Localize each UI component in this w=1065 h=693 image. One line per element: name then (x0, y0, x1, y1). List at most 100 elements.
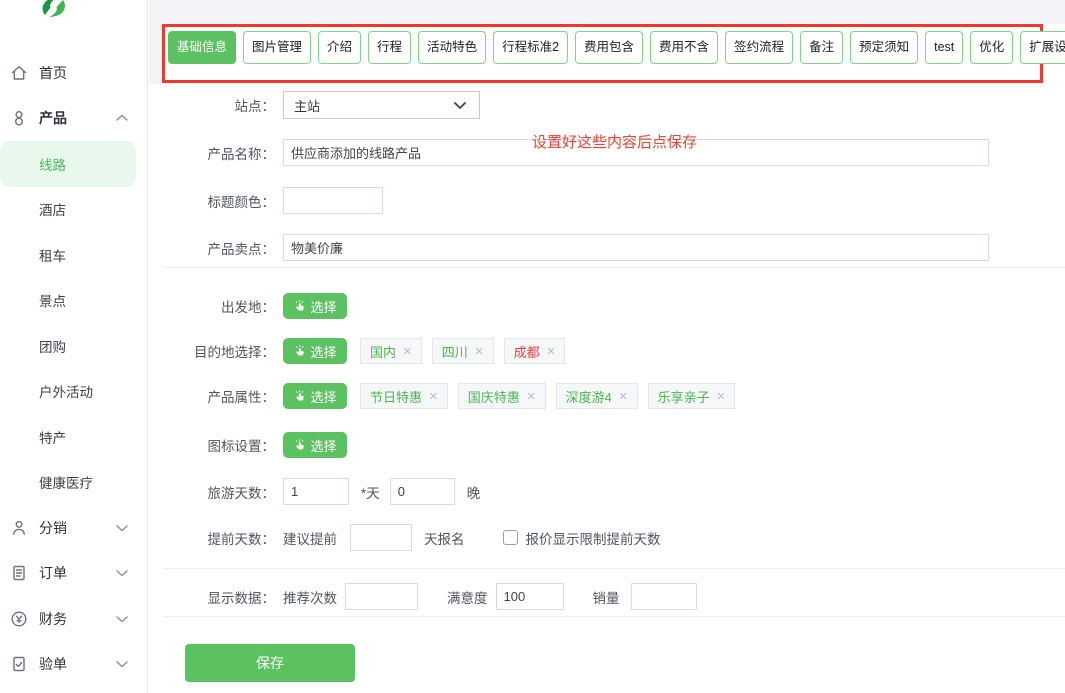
price-limit-checkbox[interactable] (503, 530, 518, 545)
sidebar-item-orders[interactable]: 订单 (0, 551, 147, 597)
display-data-label: 显示数据： (149, 587, 275, 607)
click-hand-icon (293, 345, 306, 358)
close-icon[interactable]: × (475, 344, 484, 359)
tab-introduction[interactable]: 介绍 (318, 31, 361, 64)
click-hand-icon (293, 390, 306, 403)
close-icon[interactable]: × (429, 389, 438, 404)
tab-bar: 基础信息 图片管理 介绍 行程 活动特色 行程标准2 费用包含 费用不含 签约流… (168, 31, 1065, 64)
attribute-tags: 节日特惠 × 国庆特惠 × 深度游4 × 乐享亲子 × (360, 383, 735, 409)
close-icon[interactable]: × (717, 389, 726, 404)
advance-prefix-label: 建议提前 (283, 528, 337, 548)
sidebar-item-car-rental[interactable]: 租车 (0, 232, 147, 278)
select-button-label: 选择 (310, 436, 336, 455)
divider (163, 568, 1065, 569)
attribute-tag[interactable]: 乐享亲子 × (648, 383, 736, 409)
destination-select-button[interactable]: 选择 (283, 338, 347, 364)
sidebar-item-label: 首页 (39, 63, 67, 83)
divider (163, 267, 1065, 268)
chevron-up-icon (115, 113, 129, 123)
tab-itinerary-standard-2[interactable]: 行程标准2 (493, 31, 568, 64)
chevron-down-icon (115, 523, 129, 533)
sidebar-item-label: 产品 (39, 108, 67, 128)
sidebar-item-group-buy[interactable]: 团购 (0, 323, 147, 369)
destination-tag[interactable]: 国内 × (360, 338, 422, 364)
departure-select-button[interactable]: 选择 (283, 293, 347, 319)
chevron-down-icon (115, 568, 129, 578)
advance-days-input[interactable] (350, 524, 412, 551)
close-icon[interactable]: × (547, 344, 556, 359)
site-label: 站点： (149, 95, 275, 115)
attribute-select-button[interactable]: 选择 (283, 383, 347, 409)
title-color-label: 标题颜色： (149, 191, 275, 211)
tab-image-management[interactable]: 图片管理 (243, 31, 311, 64)
tab-fee-excluded[interactable]: 费用不含 (650, 31, 718, 64)
sidebar-item-home[interactable]: 首页 (0, 50, 147, 96)
tab-remarks[interactable]: 备注 (800, 31, 843, 64)
attribute-tag[interactable]: 国庆特惠 × (458, 383, 546, 409)
chevron-down-icon (115, 614, 129, 624)
sidebar-item-finance[interactable]: 财务 (0, 596, 147, 642)
sidebar-item-label: 订单 (39, 563, 67, 583)
close-icon[interactable]: × (619, 389, 628, 404)
divider (163, 616, 1065, 617)
tab-itinerary[interactable]: 行程 (368, 31, 411, 64)
tab-extended-settings[interactable]: 扩展设置 (1020, 31, 1065, 64)
product-form: 站点： 主站 产品名称： 标题颜色： 产品卖点： 出发地： 选择 (149, 84, 1065, 682)
travel-nights-input[interactable] (390, 478, 455, 505)
product-attribute-label: 产品属性： (149, 386, 275, 406)
verify-document-icon (10, 655, 28, 673)
recommend-count-input[interactable] (345, 583, 418, 610)
sales-input[interactable] (631, 583, 697, 610)
chevron-down-icon (454, 102, 466, 109)
close-icon[interactable]: × (527, 389, 536, 404)
sidebar-item-routes[interactable]: 线路 (0, 141, 136, 187)
tag-label: 乐享亲子 (658, 387, 710, 406)
sidebar-item-specialty[interactable]: 特产 (0, 414, 147, 460)
tab-signing-process[interactable]: 签约流程 (725, 31, 793, 64)
icon-select-button[interactable]: 选择 (283, 432, 347, 458)
selling-point-input[interactable] (283, 234, 989, 261)
product-name-label: 产品名称： (149, 143, 275, 163)
nights-unit-label: 晚 (467, 482, 481, 502)
sidebar-item-attractions[interactable]: 景点 (0, 278, 147, 324)
tab-basic-info[interactable]: 基础信息 (168, 31, 236, 64)
tab-test[interactable]: test (925, 31, 963, 64)
destination-tag[interactable]: 四川 × (432, 338, 494, 364)
advance-suffix-label: 天报名 (424, 528, 465, 548)
sidebar-item-label: 验单 (39, 654, 67, 674)
tag-label: 深度游4 (566, 387, 612, 406)
brand-logo[interactable] (34, 0, 76, 24)
top-strip (149, 0, 1065, 24)
close-icon[interactable]: × (403, 344, 412, 359)
sidebar: 首页 产品 线路 酒店 租车 景点 团购 户外活动 (0, 0, 148, 693)
tab-activity-features[interactable]: 活动特色 (418, 31, 486, 64)
tag-label: 国内 (370, 342, 396, 361)
tab-fee-included[interactable]: 费用包含 (575, 31, 643, 64)
selling-point-label: 产品卖点： (149, 238, 275, 258)
chevron-down-icon (115, 659, 129, 669)
title-color-input[interactable] (283, 187, 383, 214)
tag-label: 节日特惠 (370, 387, 422, 406)
save-button[interactable]: 保存 (185, 644, 355, 682)
click-hand-icon (293, 300, 306, 313)
recommend-count-label: 推荐次数 (283, 587, 337, 607)
sidebar-item-distribution[interactable]: 分销 (0, 505, 147, 551)
sidebar-item-health[interactable]: 健康医疗 (0, 460, 147, 506)
attribute-tag[interactable]: 节日特惠 × (360, 383, 448, 409)
sidebar-item-products[interactable]: 产品 (0, 96, 147, 142)
tab-booking-notice[interactable]: 预定须知 (850, 31, 918, 64)
tab-optimize[interactable]: 优化 (970, 31, 1013, 64)
click-hand-icon (293, 439, 306, 452)
destination-tag[interactable]: 成都 × (504, 338, 566, 364)
advance-days-label: 提前天数： (149, 528, 275, 548)
sidebar-item-hotels[interactable]: 酒店 (0, 187, 147, 233)
left-gutter (149, 24, 162, 84)
brand-logo-icon (34, 0, 76, 21)
sidebar-item-outdoor[interactable]: 户外活动 (0, 369, 147, 415)
attribute-tag[interactable]: 深度游4 × (556, 383, 638, 409)
sidebar-item-verify[interactable]: 验单 (0, 642, 147, 688)
travel-days-input[interactable] (283, 478, 349, 505)
icon-setting-label: 图标设置： (149, 435, 275, 455)
satisfaction-input[interactable] (496, 583, 564, 610)
site-select[interactable]: 主站 (283, 91, 480, 119)
